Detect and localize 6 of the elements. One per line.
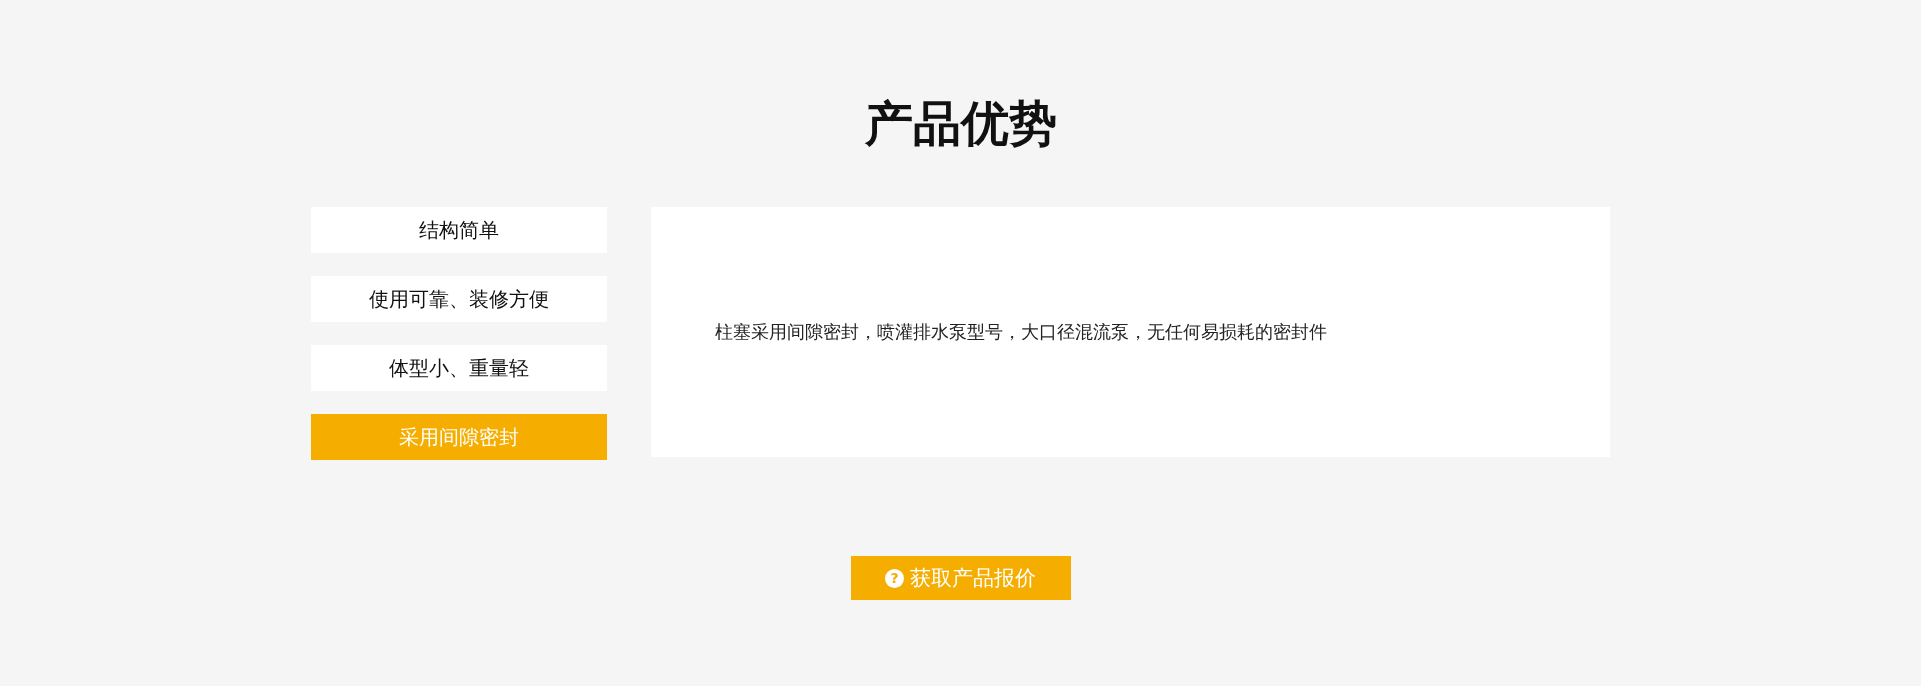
help-icon: ? — [885, 568, 904, 588]
tab[interactable]: 使用可靠、装修方便 — [311, 276, 607, 322]
tab[interactable]: 结构简单 — [311, 207, 607, 253]
section-title: 产品优势 — [863, 94, 1058, 153]
description-text: 柱塞采用间隙密封，喷灌排水泵型号，大口径混流泵，无任何易损耗的密封件 — [715, 320, 1327, 344]
tab[interactable]: 体型小、重量轻 — [311, 345, 607, 391]
